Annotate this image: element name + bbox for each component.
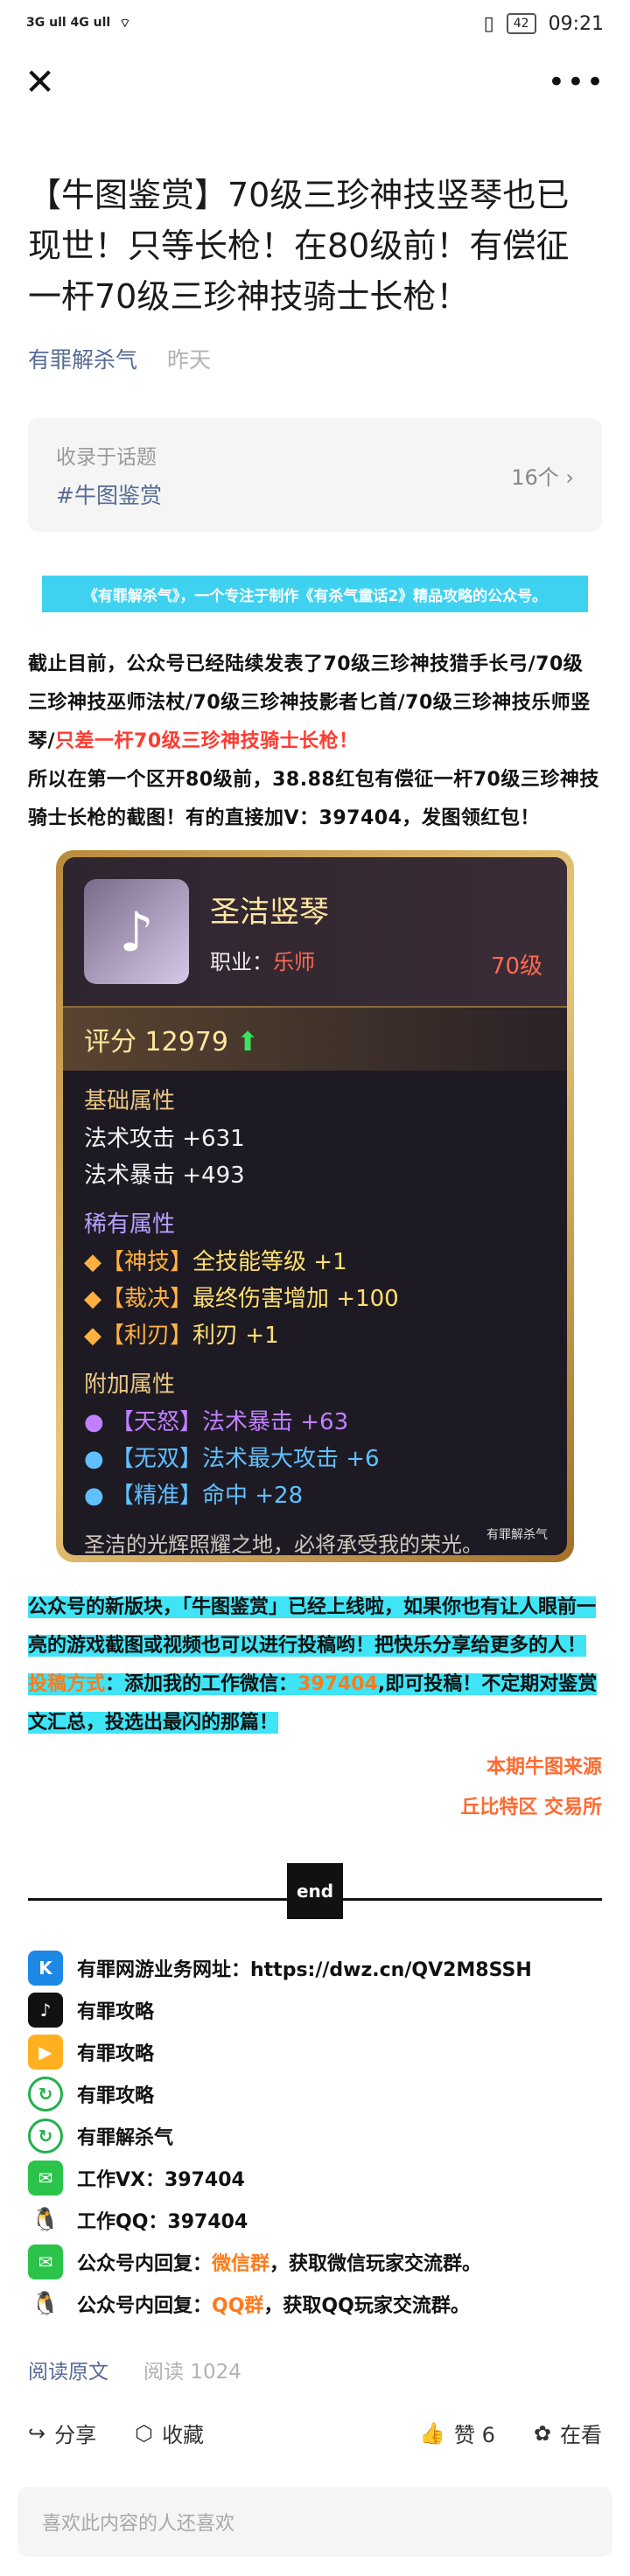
wechat-icon: ✉ (28, 2161, 63, 2196)
extra-attr: ● 【无双】法术最大攻击 +6 (84, 1446, 380, 1472)
refresh-green-icon: ↻ (28, 2077, 63, 2112)
item-name: 圣洁竖琴 (210, 895, 329, 930)
extra-attr: ● 【精准】命中 +28 (84, 1483, 304, 1509)
cube-icon: ⬡ (135, 2420, 154, 2446)
share-button[interactable]: ↪ 分享 (28, 2418, 96, 2448)
tiktok-icon: ♪ (28, 1993, 63, 2028)
kuaikan-icon: K (28, 1951, 63, 1986)
watching-button[interactable]: ✿ 在看 (534, 2418, 602, 2448)
list-item: ✉ 工作VX：397404 (28, 2157, 602, 2199)
more-icon[interactable]: ••• (548, 65, 606, 100)
watermark: 有罪解杀气 (486, 1528, 548, 1542)
list-item: ♪ 有罪攻略 (28, 1989, 602, 2031)
list-item: ▶ 有罪攻略 (28, 2031, 602, 2073)
base-attr-header: 基础属性 (84, 1088, 176, 1114)
favorite-button[interactable]: ⬡ 收藏 (135, 2418, 204, 2448)
footer-meta: 阅读原文 阅读 1024 (28, 2355, 602, 2384)
close-icon[interactable]: ✕ (24, 64, 55, 101)
item-screenshot: ♪ 圣洁竖琴 职业：乐师 70级 评分 12979 ⬆ 基础属性 法术攻击 +6… (56, 850, 574, 1562)
highlight-red: 只差一杆70级三珍神技骑士长枪！ (55, 730, 359, 752)
rare-attr: ◆【神技】全技能等级 +1 (84, 1249, 347, 1275)
rare-attr: ◆【裁决】最终伤害增加 +100 (84, 1286, 399, 1312)
paragraph-intro: 截止目前，公众号已经陆续发表了70级三珍神技猎手长弓/70级三珍神技巫师法杖/7… (28, 653, 599, 829)
account-banner: 《有罪解杀气》，一个专注于制作《有杀气童话2》精品攻略的公众号。 (42, 576, 588, 612)
topic-tag[interactable]: #牛图鉴赏 (56, 478, 162, 510)
read-original-link[interactable]: 阅读原文 (28, 2355, 108, 2384)
clock: 09:21 (548, 12, 604, 35)
qq-icon: 🐧 (28, 2203, 63, 2237)
qq-icon: 🐧 (28, 2286, 63, 2321)
topic-card[interactable]: 收录于话题 #牛图鉴赏 16个 › (28, 418, 602, 532)
refresh-green-icon: ↻ (28, 2119, 63, 2154)
contact-links: K 有罪网游业务网址：https://dwz.cn/QV2M8SSH ♪ 有罪攻略 … (28, 1947, 602, 2325)
battery-indicator: 42 (506, 13, 536, 34)
action-bar: ↪ 分享 ⬡ 收藏 👍 赞 6 ✿ 在看 (28, 2418, 602, 2448)
harp-icon: ♪ (84, 879, 189, 984)
watching-icon: ✿ (533, 2420, 551, 2446)
extra-attr: ● 【天怒】法术暴击 +63 (84, 1409, 349, 1435)
like-button[interactable]: 👍 赞 6 (419, 2418, 495, 2448)
publish-date: 昨天 (167, 347, 212, 373)
status-bar: 3G ull 4G ull ⌔ ▯ 42 09:21 (0, 0, 630, 47)
list-item: 🐧 公众号内回复： QQ群 ，获取QQ玩家交流群。 (28, 2283, 602, 2325)
signal-indicator: 3G ull 4G ull ⌔ (26, 16, 131, 31)
related-section: 喜欢此内容的人还喜欢 (18, 2487, 612, 2557)
item-class: 职业：乐师 (210, 950, 315, 974)
read-count: 阅读 1024 (144, 2361, 242, 2384)
rare-attr-header: 稀有属性 (84, 1211, 176, 1238)
end-divider: end (28, 1863, 602, 1924)
chevron-right-icon: › (565, 464, 574, 490)
article-meta: 有罪解杀气 昨天 (28, 343, 602, 374)
wechat-icon: ✉ (28, 2244, 63, 2279)
list-item: ✉ 公众号内回复： 微信群 ，获取微信玩家交流群。 (28, 2241, 602, 2283)
topic-label: 收录于话题 (56, 446, 157, 469)
vibrate-icon: ▯ (483, 12, 494, 35)
extra-attr-header: 附加属性 (84, 1372, 176, 1398)
arrow-up-icon: ⬆ (236, 1027, 259, 1058)
list-item: ↻ 有罪攻略 (28, 2073, 602, 2115)
top-navbar: ✕ ••• (0, 47, 630, 117)
highlight-paragraph: 公众号的新版块，「牛图鉴赏」已经上线啦，如果你也有让人眼前一亮的游戏截图或视频也… (28, 1596, 598, 1734)
article-title: 【牛图鉴赏】70级三珍神技竖琴也已现世！只等长枪！在80级前！有偿征一杆70级三… (28, 176, 570, 316)
list-item: ↻ 有罪解杀气 (28, 2115, 602, 2157)
author-link[interactable]: 有罪解杀气 (28, 343, 137, 374)
base-attr: 法术攻击 +631 (84, 1126, 245, 1152)
thumbs-up-icon: 👍 (419, 2420, 445, 2446)
list-item: K 有罪网游业务网址：https://dwz.cn/QV2M8SSH (28, 1947, 602, 1989)
topic-count[interactable]: 16个 › (511, 460, 574, 491)
item-level: 70级 (490, 953, 542, 980)
kuaishou-icon: ▶ (28, 2035, 63, 2070)
list-item: 🐧 工作QQ：397404 (28, 2199, 602, 2241)
share-icon: ↪ (28, 2420, 46, 2446)
item-score: 评分 12979 ⬆ (63, 1008, 567, 1071)
image-source: 本期牛图来源 丘比特区 交易所 (460, 1756, 602, 1819)
base-attr: 法术暴击 +493 (84, 1162, 245, 1189)
rare-attr: ◆【利刃】利刃 +1 (84, 1323, 279, 1349)
